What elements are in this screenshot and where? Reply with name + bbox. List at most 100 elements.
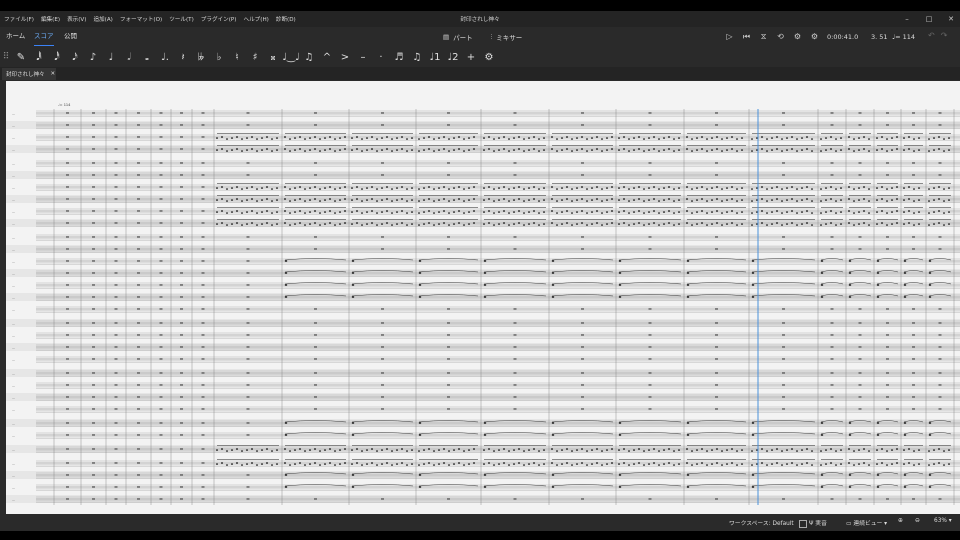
note (800, 211, 804, 213)
note (235, 148, 239, 150)
parts-button[interactable]: ▤ パート (443, 32, 473, 42)
note-input-icon[interactable]: ✎ (12, 49, 30, 65)
note (637, 462, 641, 464)
rest (92, 296, 95, 298)
flat-icon[interactable]: ♭ (210, 49, 228, 65)
note (690, 200, 694, 202)
voice-1-icon[interactable]: ♩1 (426, 49, 444, 65)
metronome-icon[interactable]: ⧖ (758, 31, 769, 42)
32nd-note-icon[interactable]: 𝅘𝅥𝅰 (48, 49, 66, 65)
rest (715, 334, 718, 336)
slur-icon[interactable]: ♫ (300, 49, 318, 65)
whole-note-icon[interactable]: 𝅝 (138, 49, 156, 65)
settings-icon[interactable]: ⚙ (809, 31, 820, 42)
double-sharp-icon[interactable]: 𝄪 (264, 49, 282, 65)
note (447, 464, 451, 466)
undo-icon[interactable]: ↶ (928, 31, 935, 40)
note (834, 200, 838, 202)
double-flat-icon[interactable]: 𝄫 (192, 49, 210, 65)
close-tab-icon[interactable]: ✕ (51, 71, 56, 77)
quarter-note-icon[interactable]: ♩ (102, 49, 120, 65)
zoom-in-icon[interactable]: ⊕ (898, 518, 903, 524)
add-icon[interactable]: + (462, 49, 480, 65)
zoom-level[interactable]: 63% ▾ (934, 518, 952, 524)
64th-note-icon[interactable]: 𝅘𝅥𝅱 (30, 49, 48, 65)
tuplet-icon[interactable]: ♬ (390, 49, 408, 65)
rewind-icon[interactable]: ⏮ (741, 31, 752, 42)
play-icon[interactable]: ▷ (724, 31, 735, 42)
rest (246, 248, 250, 250)
note (657, 224, 661, 226)
note (829, 198, 833, 200)
menu-item-0[interactable]: ファイル(F) (4, 15, 34, 23)
note (343, 148, 347, 150)
note (283, 186, 287, 188)
grip-icon[interactable]: ⠿ (0, 49, 12, 65)
sharp-icon[interactable]: ♯ (246, 49, 264, 65)
mixer-button[interactable]: ⫶ ミキサー (491, 32, 523, 43)
tab-publish[interactable]: 公開 (64, 30, 77, 45)
menu-item-1[interactable]: 編集(E) (41, 15, 60, 23)
minimize-button[interactable]: – (902, 15, 912, 23)
augmentation-dot-icon[interactable]: ♩. (156, 49, 174, 65)
rest-icon[interactable]: 𝄽 (174, 49, 192, 65)
beam-icon[interactable]: ♫ (408, 49, 426, 65)
rest (715, 322, 718, 324)
rest (66, 284, 69, 286)
view-mode-dropdown[interactable]: ▭ 連続ビュー ▾ (846, 518, 887, 527)
note (590, 149, 594, 151)
note (642, 450, 646, 452)
note (662, 187, 666, 189)
maximize-button[interactable]: □ (924, 15, 934, 23)
eighth-note-icon[interactable]: ♪ (84, 49, 102, 65)
note (250, 136, 254, 138)
note (551, 434, 555, 436)
menu-item-2[interactable]: 表示(V) (67, 15, 86, 23)
workspace-selector[interactable]: ワークスペース: Default (729, 518, 794, 527)
note (667, 210, 671, 212)
rest (246, 422, 250, 424)
note (632, 449, 636, 451)
accent-icon[interactable]: > (336, 49, 354, 65)
menu-item-3[interactable]: 追加(A) (93, 15, 112, 23)
document-tabs: 封印されし神々 ✕ (0, 67, 960, 80)
note (380, 149, 384, 151)
note (318, 212, 322, 214)
menu-item-5[interactable]: ツール(T) (169, 15, 194, 23)
tenuto-icon[interactable]: – (354, 49, 372, 65)
note (760, 148, 764, 150)
close-window-button[interactable]: ✕ (946, 15, 956, 23)
note (380, 223, 384, 225)
menu-item-6[interactable]: プラグイン(P) (201, 15, 237, 23)
tab-score[interactable]: スコア (34, 30, 54, 46)
marcato-icon[interactable]: ^ (318, 49, 336, 65)
natural-icon[interactable]: ♮ (228, 49, 246, 65)
tie-icon[interactable]: ♩‿♩ (282, 49, 300, 65)
concert-pitch-toggle[interactable]: Ψ 実音 (799, 518, 827, 528)
customize-icon[interactable]: ⚙ (480, 49, 498, 65)
voice-2-icon[interactable]: ♩2 (444, 49, 462, 65)
note (432, 188, 436, 190)
note (857, 463, 861, 465)
playback-settings-icon[interactable]: ⚙ (792, 31, 803, 42)
score-tab[interactable]: 封印されし神々 ✕ (2, 68, 56, 80)
16th-note-icon[interactable]: 𝅘𝅥𝅯 (66, 49, 84, 65)
score-canvas[interactable]: — — — — — — — — — — — — — — — — — — — — — — — — — — — — — — — — ♩= 114 (6, 81, 960, 524)
zoom-out-icon[interactable]: ⊖ (915, 518, 920, 524)
redo-icon[interactable]: ↷ (941, 31, 948, 40)
staccato-icon[interactable]: · (372, 49, 390, 65)
half-note-icon[interactable]: 𝅗𝅥 (120, 49, 138, 65)
note (890, 463, 894, 465)
loop-icon[interactable]: ⟲ (775, 31, 786, 42)
rest (858, 372, 862, 374)
rest (581, 334, 584, 336)
note (385, 448, 389, 450)
note (795, 212, 799, 214)
tab-home[interactable]: ホーム (6, 30, 25, 45)
rest (114, 248, 118, 250)
menu-item-4[interactable]: フォーマット(O) (120, 15, 162, 23)
note (662, 449, 666, 451)
note (447, 212, 451, 214)
menu-item-8[interactable]: 診断(D) (276, 15, 296, 23)
menu-item-7[interactable]: ヘルプ(H) (243, 15, 268, 23)
